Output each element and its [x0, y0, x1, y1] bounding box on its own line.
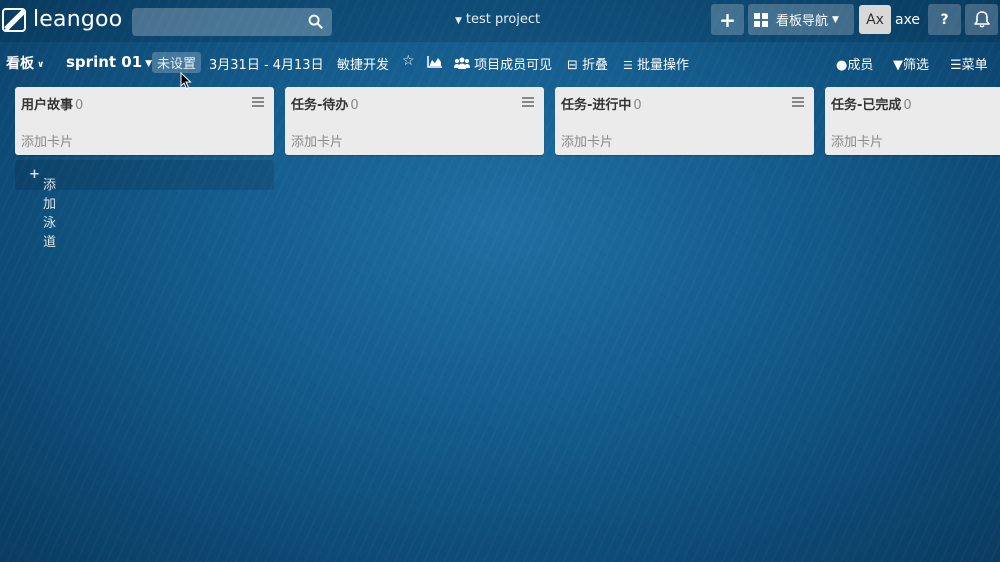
add-swimlane-button[interactable]: + 添加泳道: [15, 160, 274, 250]
search-input[interactable]: [132, 8, 318, 36]
list-title[interactable]: 任务-进行中 0: [561, 94, 642, 113]
search-icon[interactable]: [308, 14, 323, 29]
sprint-date-range[interactable]: 3月31日 - 4月13日: [209, 54, 324, 73]
list-count: 0: [350, 98, 359, 113]
batch-operation-button[interactable]: ☰ 批量操作: [623, 54, 689, 73]
avatar[interactable]: Ax: [859, 5, 891, 34]
list-task-done: 任务-已完成 0 添加卡片: [825, 87, 1000, 155]
batch-label: 批量操作: [637, 58, 690, 73]
members-button[interactable]: ●成员: [836, 54, 873, 73]
caret-down-icon: ▼: [832, 14, 839, 25]
bell-icon: [973, 11, 990, 28]
project-title: test project: [465, 12, 541, 27]
filter-label: 筛选: [903, 58, 930, 73]
sprint-label: sprint 01: [66, 53, 143, 71]
board-nav-label: 看板导航: [776, 14, 829, 29]
list-user-stories: 用户故事 0 添加卡片: [15, 87, 274, 155]
list-task-todo: 任务-待办 0 添加卡片: [285, 87, 544, 155]
board-menu[interactable]: 看板 ∨: [6, 53, 44, 73]
list-count: 0: [633, 98, 642, 113]
board-label: 看板: [6, 56, 34, 72]
hamburger-icon: ☰: [950, 58, 962, 73]
plus-icon: +: [29, 167, 40, 182]
fold-button[interactable]: ⊟ 折叠: [567, 54, 608, 73]
collapse-icon: ⊟: [567, 58, 578, 73]
filter-icon: ▼: [893, 58, 903, 73]
member-label: 成员: [847, 58, 874, 73]
board-nav-button[interactable]: 看板导航 ▼: [748, 4, 854, 35]
add-lane-label: 添加泳道: [43, 178, 57, 250]
list-title[interactable]: 任务-已完成 0: [831, 94, 912, 113]
project-selector[interactable]: ▼ test project: [455, 12, 540, 27]
chevron-down-icon: ∨: [37, 60, 45, 70]
filter-button[interactable]: ▼筛选: [893, 54, 929, 73]
list-title[interactable]: 用户故事 0: [21, 94, 83, 113]
leangoo-logo-icon: [2, 7, 26, 32]
chart-icon[interactable]: [427, 55, 443, 72]
caret-down-icon: ▼: [455, 16, 462, 26]
board-toolbar: 看板 ∨ sprint 01 ▼ 未设置 3月31日 - 4月13日 敏捷开发 ☆ …: [0, 50, 1000, 76]
list-menu-icon[interactable]: [792, 97, 804, 109]
list-task-in-progress: 任务-进行中 0 添加卡片: [555, 87, 814, 155]
list-menu-icon[interactable]: [252, 97, 264, 109]
top-header: leangoo ▼ test project + 看板导航 ▼ Ax axe ?: [0, 0, 1000, 42]
background-texture: [0, 0, 1000, 562]
help-button[interactable]: ?: [928, 4, 961, 35]
add-card-button[interactable]: 添加卡片: [831, 131, 883, 150]
fold-label: 折叠: [582, 58, 609, 73]
menu-label: 菜单: [961, 58, 988, 73]
star-icon[interactable]: ☆: [402, 53, 415, 69]
add-button[interactable]: +: [711, 4, 744, 35]
menu-button[interactable]: ☰菜单: [950, 54, 988, 73]
list-count: 0: [75, 98, 84, 113]
username[interactable]: axe: [895, 12, 920, 28]
area-chart-icon: [427, 56, 442, 68]
unset-button[interactable]: 未设置: [152, 52, 202, 73]
logo-text: leangoo: [33, 7, 123, 32]
notification-button[interactable]: [965, 4, 998, 35]
visibility-button[interactable]: 项目成员可见: [454, 54, 552, 73]
add-card-button[interactable]: 添加卡片: [291, 131, 343, 150]
user-icon: ●: [836, 58, 848, 73]
add-card-button[interactable]: 添加卡片: [561, 131, 613, 150]
grid-icon: [754, 12, 768, 27]
search-box: [132, 8, 332, 36]
users-icon: [454, 57, 470, 69]
list-count: 0: [903, 98, 912, 113]
add-card-button[interactable]: 添加卡片: [21, 131, 73, 150]
list-title[interactable]: 任务-待办 0: [291, 94, 359, 113]
agile-template-label[interactable]: 敏捷开发: [337, 54, 389, 73]
mouse-cursor-icon: [180, 72, 192, 90]
sprint-selector[interactable]: sprint 01 ▼: [66, 53, 152, 71]
logo[interactable]: leangoo: [2, 7, 122, 32]
list-menu-icon[interactable]: [522, 97, 534, 109]
list-icon: ☰: [623, 59, 633, 72]
members-visible-label: 项目成员可见: [474, 58, 553, 73]
